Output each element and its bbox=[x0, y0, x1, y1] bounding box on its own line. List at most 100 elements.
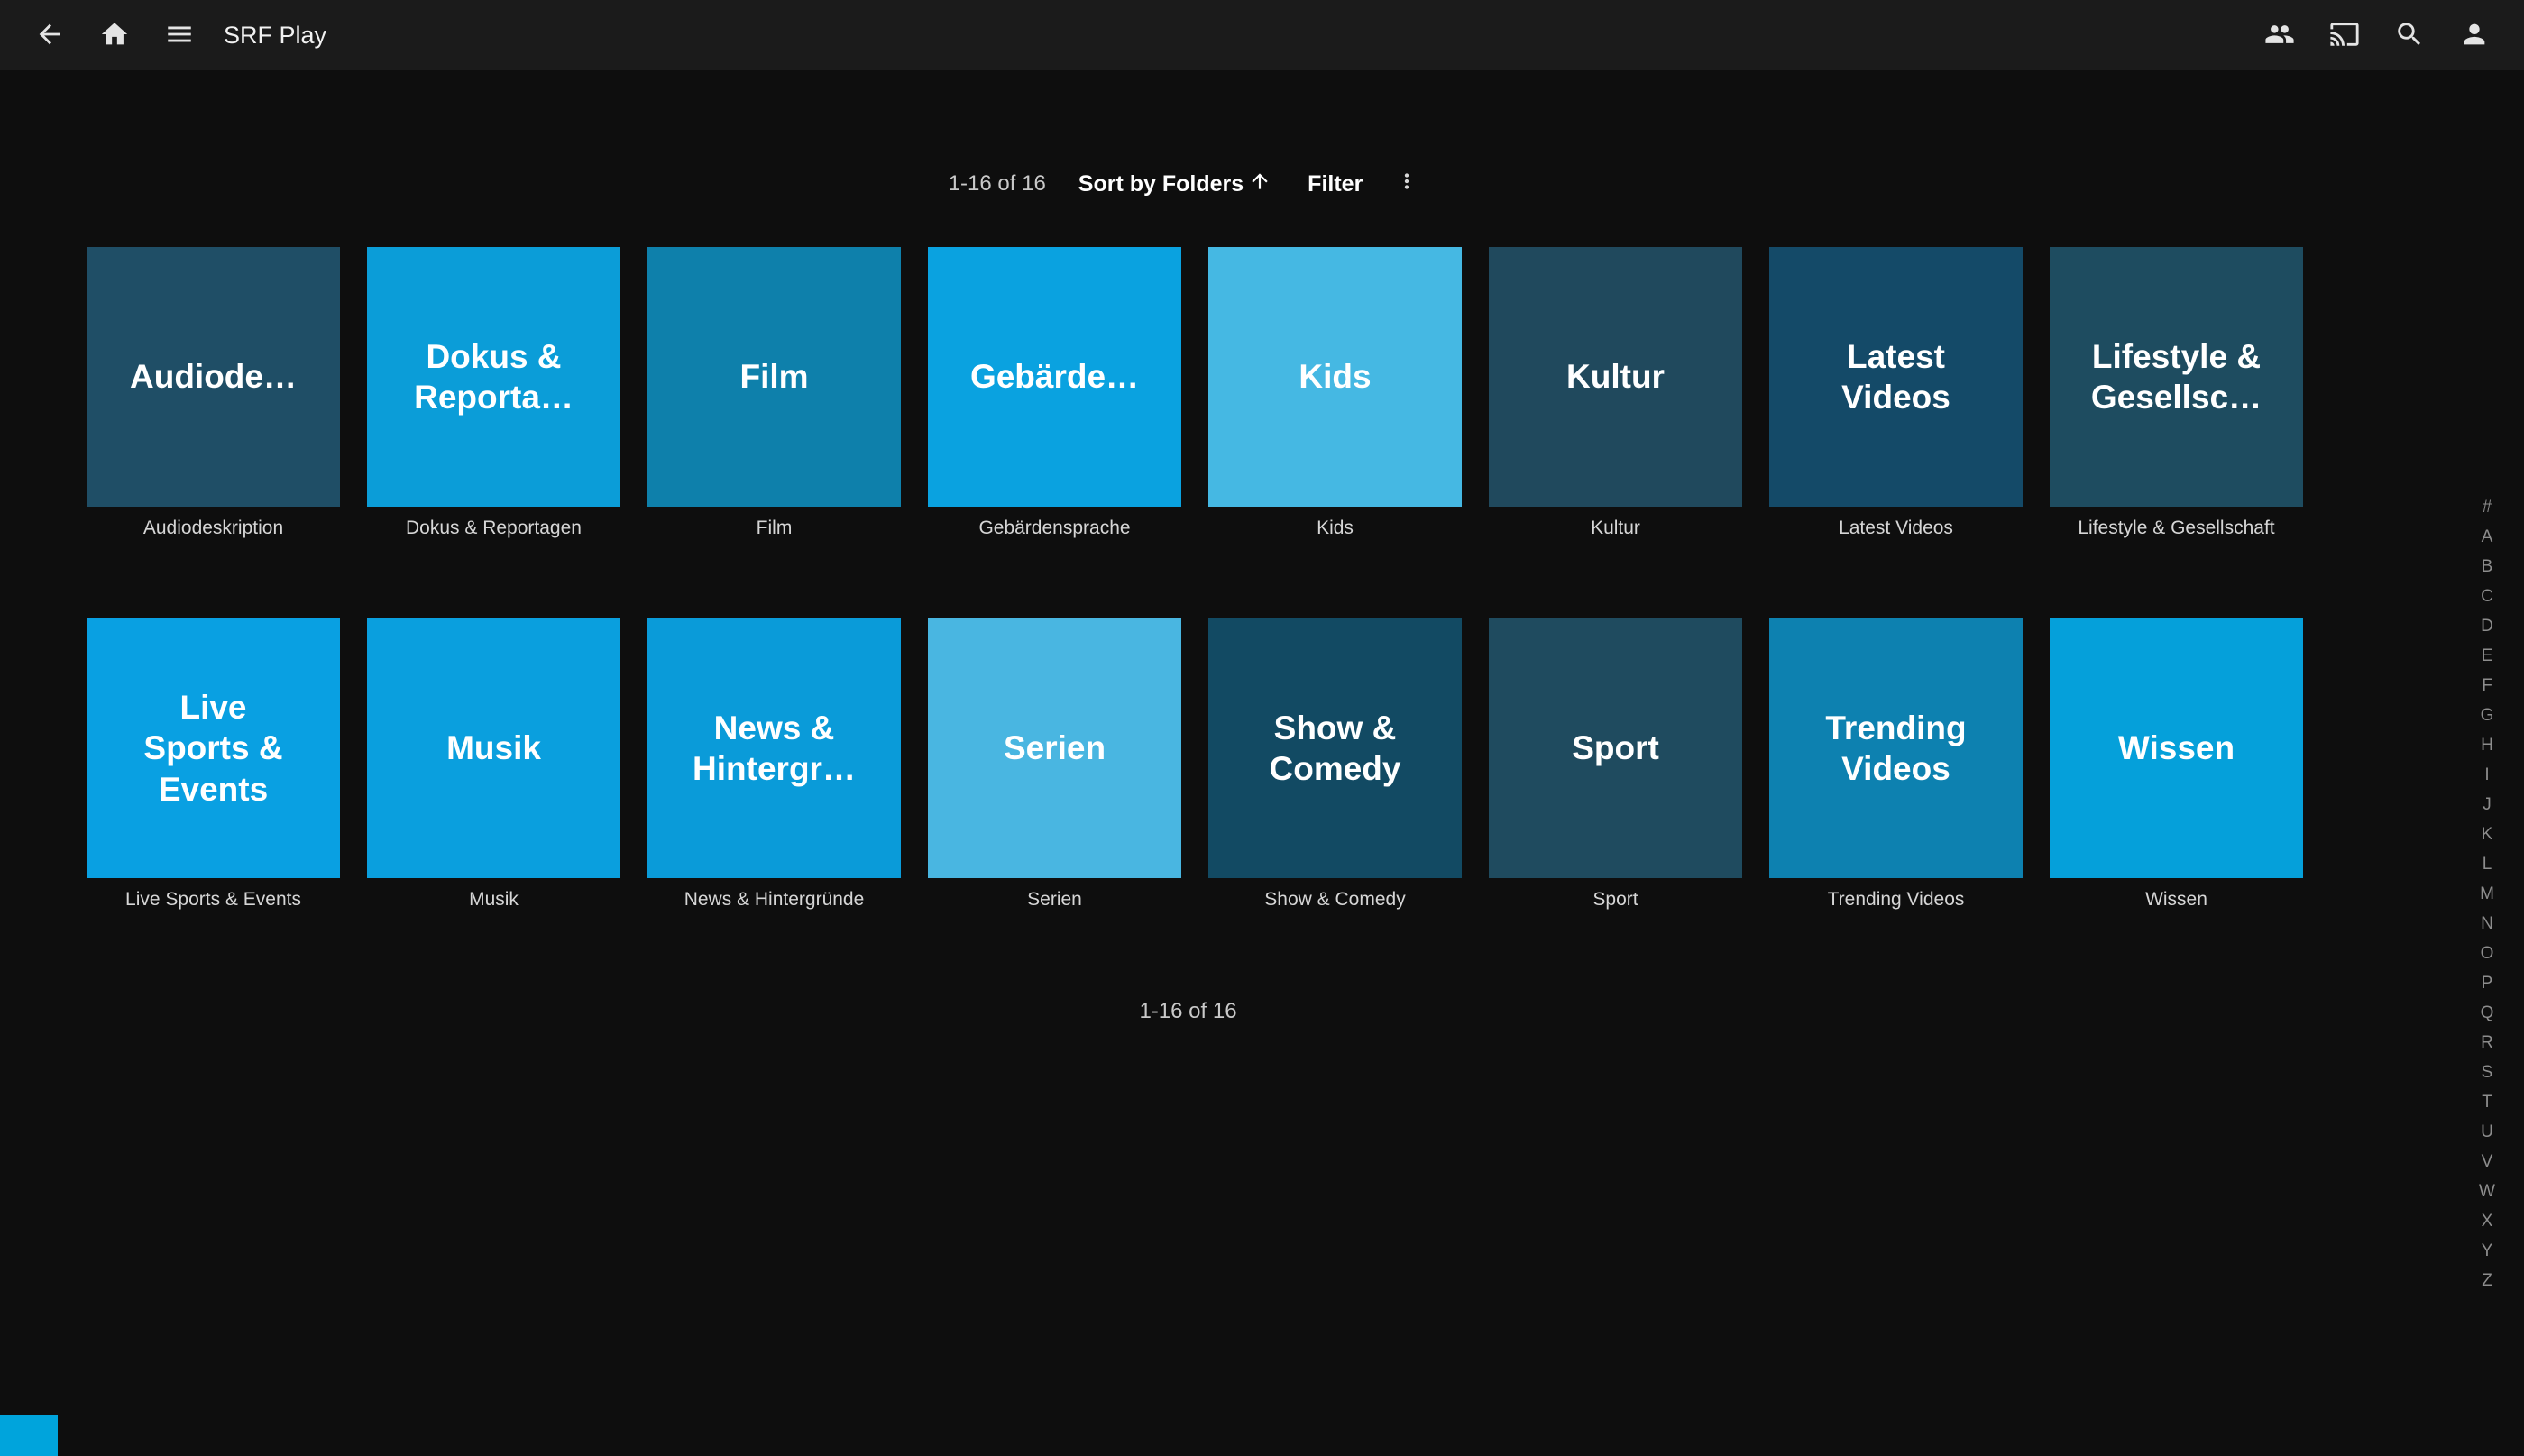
alphabet-letter[interactable]: V bbox=[2468, 1147, 2506, 1177]
alphabet-letter[interactable]: D bbox=[2468, 611, 2506, 641]
filter-button-label: Filter bbox=[1308, 171, 1363, 197]
alphabet-letter[interactable]: P bbox=[2468, 968, 2506, 998]
alphabet-letter[interactable]: N bbox=[2468, 909, 2506, 939]
library-toolbar: 1-16 of 16 Sort by Folders Filter bbox=[87, 164, 2290, 204]
library-folder-title: Musik bbox=[446, 728, 541, 768]
filter-button[interactable]: Filter bbox=[1295, 164, 1375, 205]
library-folder-title: Kultur bbox=[1566, 356, 1665, 397]
library-folder-card[interactable]: TrendingVideos Trending Videos bbox=[1769, 618, 2023, 912]
library-folder-card[interactable]: Musik Musik bbox=[367, 618, 620, 912]
more-options-button[interactable] bbox=[1386, 162, 1427, 206]
alphabet-letter[interactable]: Q bbox=[2468, 998, 2506, 1028]
alphabet-letter[interactable]: H bbox=[2468, 730, 2506, 760]
library-folder-tile[interactable]: News &Hintergr… bbox=[647, 618, 901, 878]
library-folder-caption: Trending Videos bbox=[1769, 889, 2023, 912]
library-folder-card[interactable]: Lifestyle &Gesellsc… Lifestyle & Gesells… bbox=[2050, 247, 2303, 541]
syncplay-button[interactable] bbox=[2250, 5, 2309, 65]
library-folder-tile[interactable]: Wissen bbox=[2050, 618, 2303, 878]
library-folder-title: Dokus &Reporta… bbox=[414, 336, 574, 417]
alphabet-letter[interactable]: W bbox=[2468, 1177, 2506, 1206]
library-folder-caption: Lifestyle & Gesellschaft bbox=[2050, 517, 2303, 541]
library-folder-tile[interactable]: TrendingVideos bbox=[1769, 618, 2023, 878]
alphabet-letter[interactable]: Y bbox=[2468, 1236, 2506, 1266]
user-button[interactable] bbox=[2445, 5, 2504, 65]
menu-button[interactable] bbox=[150, 5, 209, 65]
library-folder-card[interactable]: LatestVideos Latest Videos bbox=[1769, 247, 2023, 541]
alphabet-letter[interactable]: Z bbox=[2468, 1266, 2506, 1296]
library-folder-caption: Kids bbox=[1208, 517, 1462, 541]
library-folder-card[interactable]: Film Film bbox=[647, 247, 901, 541]
library-folder-tile[interactable]: LiveSports &Events bbox=[87, 618, 340, 878]
home-icon bbox=[99, 19, 130, 52]
library-folder-title: News &Hintergr… bbox=[693, 708, 856, 789]
library-folder-title: Sport bbox=[1572, 728, 1659, 768]
search-button[interactable] bbox=[2380, 5, 2439, 65]
library-folder-card[interactable]: Wissen Wissen bbox=[2050, 618, 2303, 912]
library-folder-card[interactable]: Dokus &Reporta… Dokus & Reportagen bbox=[367, 247, 620, 541]
library-folder-title: Gebärde… bbox=[970, 356, 1139, 397]
library-folder-title: Wissen bbox=[2118, 728, 2235, 768]
alphabet-letter[interactable]: K bbox=[2468, 820, 2506, 849]
library-folder-card[interactable]: LiveSports &Events Live Sports & Events bbox=[87, 618, 340, 912]
library-folder-title: Audiode… bbox=[130, 356, 297, 397]
alphabet-letter[interactable]: J bbox=[2468, 790, 2506, 820]
alphabet-letter[interactable]: O bbox=[2468, 939, 2506, 968]
footer-item-count: 1-16 of 16 bbox=[87, 999, 2290, 1024]
library-folder-tile[interactable]: Show &Comedy bbox=[1208, 618, 1462, 878]
arrow-left-icon bbox=[34, 19, 65, 52]
library-grid: Audiode… Audiodeskription Dokus &Reporta… bbox=[87, 247, 2303, 912]
alphabet-letter[interactable]: F bbox=[2468, 671, 2506, 701]
library-folder-tile[interactable]: Dokus &Reporta… bbox=[367, 247, 620, 507]
library-folder-tile[interactable]: Sport bbox=[1489, 618, 1742, 878]
library-folder-caption: Show & Comedy bbox=[1208, 889, 1462, 912]
library-folder-tile[interactable]: Kultur bbox=[1489, 247, 1742, 507]
library-folder-card[interactable]: News &Hintergr… News & Hintergründe bbox=[647, 618, 901, 912]
library-folder-card[interactable]: Show &Comedy Show & Comedy bbox=[1208, 618, 1462, 912]
library-folder-caption: Film bbox=[647, 517, 901, 541]
library-folder-caption: Live Sports & Events bbox=[87, 889, 340, 912]
alphabet-letter[interactable]: I bbox=[2468, 760, 2506, 790]
alphabet-letter[interactable]: L bbox=[2468, 849, 2506, 879]
alphabet-letter[interactable]: R bbox=[2468, 1028, 2506, 1058]
library-folder-card[interactable]: Serien Serien bbox=[928, 618, 1181, 912]
library-folder-tile[interactable]: Lifestyle &Gesellsc… bbox=[2050, 247, 2303, 507]
sort-button[interactable]: Sort by Folders bbox=[1066, 162, 1284, 206]
back-button[interactable] bbox=[20, 5, 79, 65]
library-folder-title: Show &Comedy bbox=[1270, 708, 1401, 789]
library-folder-title: LatestVideos bbox=[1841, 336, 1950, 417]
library-folder-tile[interactable]: Film bbox=[647, 247, 901, 507]
alphabet-letter[interactable]: # bbox=[2468, 492, 2506, 522]
library-folder-tile[interactable]: Audiode… bbox=[87, 247, 340, 507]
library-folder-caption: Kultur bbox=[1489, 517, 1742, 541]
alphabet-letter[interactable]: C bbox=[2468, 581, 2506, 611]
cast-icon bbox=[2329, 19, 2360, 52]
library-folder-caption: News & Hintergründe bbox=[647, 889, 901, 912]
person-icon bbox=[2459, 19, 2490, 52]
library-folder-caption: Sport bbox=[1489, 889, 1742, 912]
alphabet-letter[interactable]: U bbox=[2468, 1117, 2506, 1147]
library-folder-tile[interactable]: Serien bbox=[928, 618, 1181, 878]
alphabet-letter[interactable]: G bbox=[2468, 701, 2506, 730]
alphabet-letter[interactable]: S bbox=[2468, 1058, 2506, 1087]
page-title: SRF Play bbox=[224, 22, 326, 50]
library-folder-tile[interactable]: Gebärde… bbox=[928, 247, 1181, 507]
library-folder-tile[interactable]: Musik bbox=[367, 618, 620, 878]
alphabet-letter[interactable]: E bbox=[2468, 641, 2506, 671]
alphabet-letter[interactable]: X bbox=[2468, 1206, 2506, 1236]
library-folder-card[interactable]: Kultur Kultur bbox=[1489, 247, 1742, 541]
library-folder-card[interactable]: Audiode… Audiodeskription bbox=[87, 247, 340, 541]
alphabet-letter[interactable]: T bbox=[2468, 1087, 2506, 1117]
library-folder-caption: Musik bbox=[367, 889, 620, 912]
library-folder-card[interactable]: Kids Kids bbox=[1208, 247, 1462, 541]
alphabet-letter[interactable]: B bbox=[2468, 552, 2506, 581]
library-folder-card[interactable]: Sport Sport bbox=[1489, 618, 1742, 912]
alphabet-letter[interactable]: M bbox=[2468, 879, 2506, 909]
home-button[interactable] bbox=[85, 5, 144, 65]
library-folder-card[interactable]: Gebärde… Gebärdensprache bbox=[928, 247, 1181, 541]
cast-button[interactable] bbox=[2315, 5, 2374, 65]
library-folder-tile[interactable]: LatestVideos bbox=[1769, 247, 2023, 507]
bottom-left-accent bbox=[0, 1415, 58, 1456]
library-folder-tile[interactable]: Kids bbox=[1208, 247, 1462, 507]
library-folder-caption: Latest Videos bbox=[1769, 517, 2023, 541]
alphabet-letter[interactable]: A bbox=[2468, 522, 2506, 552]
